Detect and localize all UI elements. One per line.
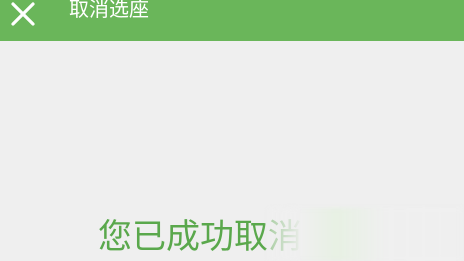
close-icon [11,2,35,26]
close-button[interactable] [3,0,43,34]
page-title: 取消选座 [69,0,149,21]
app-screen: 取消选座 您已成功取消 [0,0,464,261]
blur-overlay [268,208,464,261]
top-bar: 取消选座 [0,0,464,41]
